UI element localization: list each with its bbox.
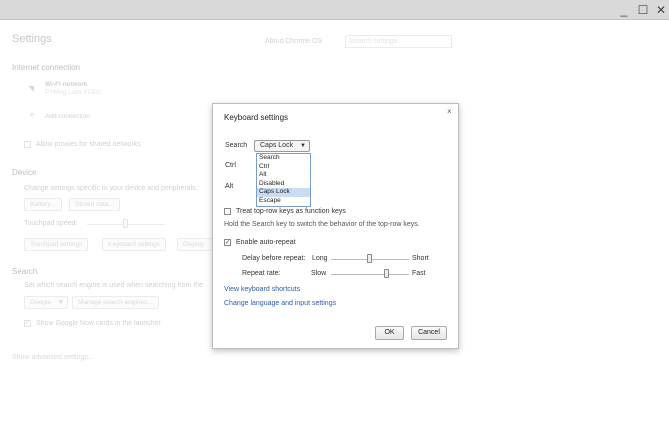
window-titlebar: _ ☐ ✕ [0, 0, 669, 20]
autorepeat-checkbox[interactable]: ✓ [224, 239, 231, 246]
search-key-label: Search [225, 142, 248, 149]
minimize-button[interactable]: _ [615, 1, 633, 19]
chevron-down-icon: ▼ [300, 143, 306, 149]
rate-slider-thumb[interactable] [384, 269, 390, 278]
autorepeat-label: Enable auto-repeat [236, 239, 296, 246]
dropdown-option-caps-lock[interactable]: Caps Lock [257, 188, 310, 197]
maximize-button[interactable]: ☐ [634, 1, 652, 19]
delay-label: Delay before repeat: [242, 255, 306, 262]
rate-label: Repeat rate: [242, 270, 281, 277]
dropdown-option-escape[interactable]: Escape [257, 197, 310, 206]
keyboard-settings-dialog: Keyboard settings × Search Caps Lock ▼ S… [212, 103, 459, 349]
toprow-label: Treat top-row keys as function keys [236, 208, 346, 215]
ctrl-key-label: Ctrl [225, 162, 236, 169]
toprow-hint: Hold the Search key to switch the behavi… [224, 221, 420, 228]
delay-low-label: Long [312, 255, 328, 262]
dialog-title: Keyboard settings [224, 113, 289, 122]
search-key-select[interactable]: Caps Lock ▼ [254, 140, 310, 152]
toprow-checkbox[interactable] [224, 208, 231, 215]
view-shortcuts-link[interactable]: View keyboard shortcuts [224, 286, 300, 293]
dropdown-option-ctrl[interactable]: Ctrl [257, 163, 310, 172]
delay-slider-thumb[interactable] [367, 254, 372, 263]
rate-low-label: Slow [311, 270, 327, 277]
close-window-button[interactable]: ✕ [652, 1, 669, 19]
ok-button[interactable]: OK [375, 326, 404, 340]
close-icon[interactable]: × [447, 107, 452, 116]
language-settings-link[interactable]: Change language and input settings [224, 300, 336, 307]
dropdown-option-search[interactable]: Search [257, 154, 310, 163]
delay-high-label: Short [412, 255, 429, 262]
rate-slider-track [331, 274, 409, 275]
cancel-button[interactable]: Cancel [411, 326, 447, 340]
alt-key-label: Alt [225, 183, 234, 190]
dropdown-option-disabled[interactable]: Disabled [257, 180, 310, 189]
dropdown-option-alt[interactable]: Alt [257, 171, 310, 180]
rate-high-label: Fast [412, 270, 426, 277]
search-key-value: Caps Lock [260, 142, 294, 149]
search-key-dropdown: Search Ctrl Alt Disabled Caps Lock Escap… [256, 153, 311, 207]
